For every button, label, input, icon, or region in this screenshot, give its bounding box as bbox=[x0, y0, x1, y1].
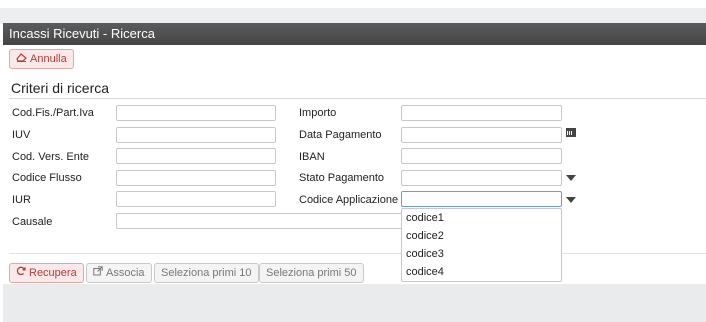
label-iuv: IUV bbox=[12, 129, 31, 141]
search-panel: Incassi Ricevuti - Ricerca Annulla Crite… bbox=[3, 23, 706, 322]
codvers-input[interactable] bbox=[116, 148, 276, 164]
label-causale: Causale bbox=[12, 216, 53, 228]
label-importo: Importo bbox=[299, 107, 337, 119]
label-codfis: Cod.Fis./Part.Iva bbox=[12, 107, 94, 119]
actions-divider bbox=[9, 253, 706, 254]
dropdown-option[interactable]: codice2 bbox=[406, 230, 444, 242]
eraser-icon bbox=[16, 50, 27, 68]
datapagamento-input[interactable] bbox=[401, 127, 562, 143]
seleziona-primi-10-button[interactable]: Seleziona primi 10 bbox=[154, 263, 259, 283]
criteria-title: Criteri di ricerca bbox=[11, 80, 110, 96]
results-area bbox=[3, 284, 706, 322]
importo-input[interactable] bbox=[401, 105, 562, 121]
label-codvers: Cod. Vers. Ente bbox=[12, 151, 90, 163]
codflusso-input[interactable] bbox=[116, 170, 276, 186]
seleziona-primi-50-button[interactable]: Seleziona primi 50 bbox=[259, 263, 364, 283]
refresh-icon bbox=[16, 264, 26, 282]
codapplicazione-select[interactable] bbox=[401, 191, 562, 207]
recupera-label: Recupera bbox=[29, 267, 77, 279]
cancel-button[interactable]: Annulla bbox=[9, 49, 74, 69]
calendar-icon[interactable] bbox=[566, 128, 576, 137]
iban-input[interactable] bbox=[401, 148, 562, 164]
caret-down-icon[interactable] bbox=[566, 175, 576, 181]
codfis-input[interactable] bbox=[116, 105, 276, 121]
caret-down-icon[interactable] bbox=[566, 197, 576, 203]
iuv-input[interactable] bbox=[116, 127, 276, 143]
label-codapplicazione: Codice Applicazione bbox=[299, 194, 399, 206]
label-iur: IUR bbox=[12, 194, 31, 206]
browser-top bbox=[0, 0, 706, 8]
label-datapagamento: Data Pagamento bbox=[299, 129, 382, 141]
associa-button[interactable]: Associa bbox=[86, 263, 152, 283]
codapplicazione-dropdown: codice1 codice2 codice3 codice4 bbox=[401, 208, 562, 282]
label-statopagamento: Stato Pagamento bbox=[299, 172, 385, 184]
external-link-icon bbox=[93, 264, 103, 282]
associa-label: Associa bbox=[106, 267, 145, 279]
criteria-divider bbox=[9, 98, 706, 99]
label-iban: IBAN bbox=[299, 151, 325, 163]
label-codflusso: Codice Flusso bbox=[12, 172, 82, 184]
statopagamento-select[interactable] bbox=[401, 170, 562, 186]
cancel-label: Annulla bbox=[30, 53, 67, 65]
dropdown-option[interactable]: codice1 bbox=[406, 212, 444, 224]
dropdown-option[interactable]: codice4 bbox=[406, 266, 444, 278]
dropdown-option[interactable]: codice3 bbox=[406, 248, 444, 260]
iur-input[interactable] bbox=[116, 191, 276, 207]
recupera-button[interactable]: Recupera bbox=[9, 263, 84, 283]
page-top-strip bbox=[0, 8, 706, 24]
window-title: Incassi Ricevuti - Ricerca bbox=[3, 23, 706, 45]
